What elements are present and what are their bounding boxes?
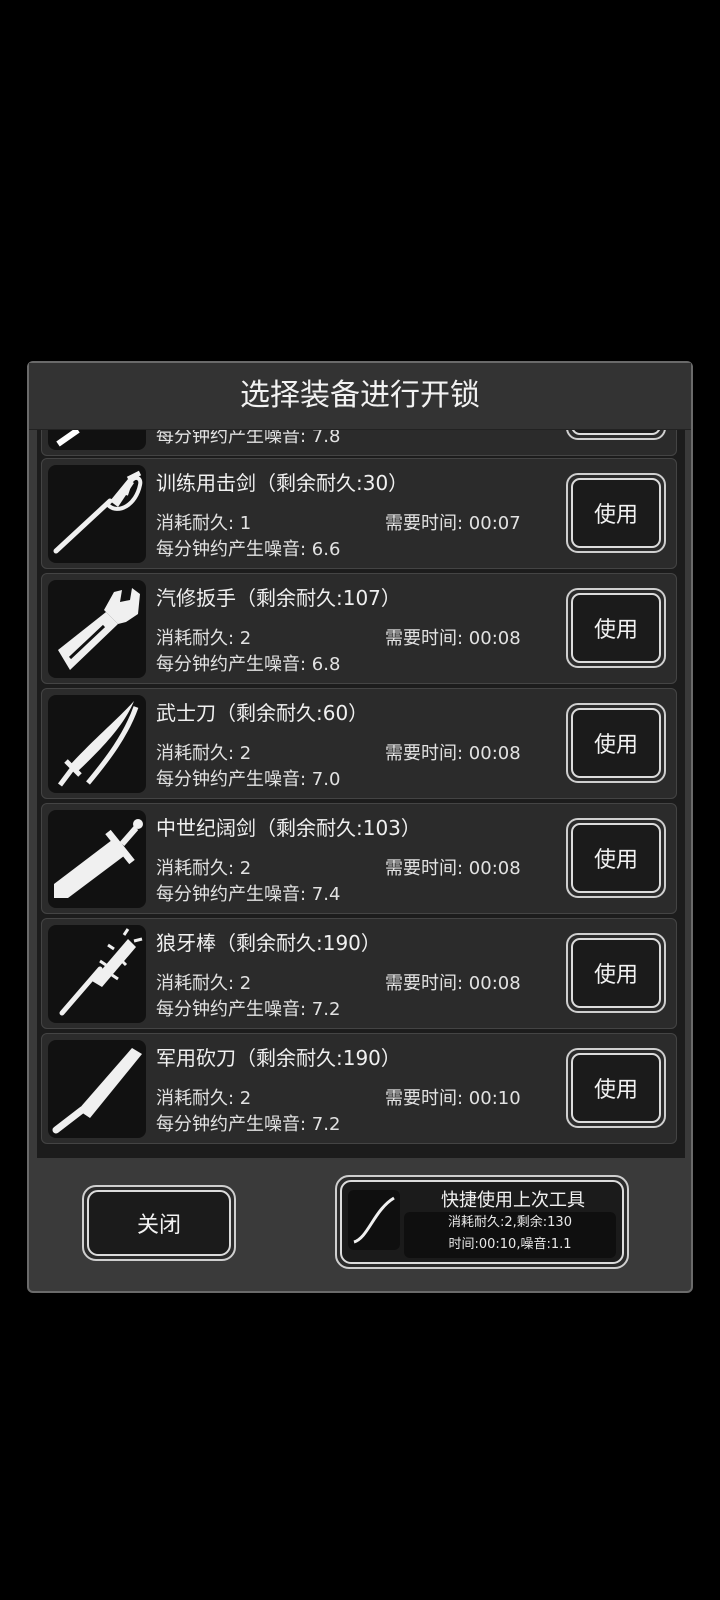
item-time: 需要时间: 00:08: [385, 743, 521, 764]
use-button[interactable]: 使用: [566, 703, 666, 783]
item-time: 需要时间: 00:08: [385, 858, 521, 879]
use-button[interactable]: 使用: [566, 933, 666, 1013]
quick-use-line2: 时间:00:10,噪音:1.1: [448, 1237, 572, 1252]
item-noise: 每分钟约产生噪音: 7.0: [156, 769, 341, 790]
katana-icon: [48, 695, 146, 793]
item-cost: 消耗耐久: 2: [156, 973, 252, 994]
quick-use-line1: 消耗耐久:2,剩余:130: [448, 1215, 572, 1230]
quick-use-info: 消耗耐久:2,剩余:130 时间:00:10,噪音:1.1: [404, 1212, 616, 1258]
use-button[interactable]: 使用: [566, 473, 666, 553]
item-cost: 消耗耐久: 1: [156, 513, 252, 534]
training-sword-icon: [48, 465, 146, 563]
item-name: 中世纪阔剑（剩余耐久:103）: [156, 816, 421, 840]
curve-tool-icon: [348, 1190, 400, 1250]
item-noise: 每分钟约产生噪音: 7.2: [156, 1114, 341, 1135]
item-cost: 消耗耐久: 2: [156, 1088, 252, 1109]
quick-use-last-tool-button[interactable]: 快捷使用上次工具 消耗耐久:2,剩余:130 时间:00:10,噪音:1.1: [335, 1175, 629, 1269]
use-button[interactable]: 使用: [566, 1048, 666, 1128]
wrench-icon: [48, 580, 146, 678]
spiked-club-icon: [48, 925, 146, 1023]
list-item: 每分钟约产生噪音: 7.8: [41, 428, 677, 456]
close-button[interactable]: 关闭: [82, 1185, 236, 1261]
item-noise: 每分钟约产生噪音: 6.6: [156, 539, 341, 560]
item-name: 狼牙棒（剩余耐久:190）: [156, 931, 381, 955]
item-time: 需要时间: 00:08: [385, 628, 521, 649]
item-time: 需要时间: 00:07: [385, 513, 521, 534]
dialog-footer: 关闭 快捷使用上次工具 消耗耐久:2,剩余:130 时间:00:10,噪音:1.…: [29, 1159, 691, 1289]
item-time: 需要时间: 00:08: [385, 973, 521, 994]
list-item: 武士刀（剩余耐久:60） 消耗耐久: 2 需要时间: 00:08 每分钟约产生噪…: [41, 688, 677, 799]
item-noise: 每分钟约产生噪音: 7.2: [156, 999, 341, 1020]
item-cost: 消耗耐久: 2: [156, 628, 252, 649]
item-noise: 每分钟约产生噪音: 7.8: [156, 428, 341, 447]
list-item: 汽修扳手（剩余耐久:107） 消耗耐久: 2 需要时间: 00:08 每分钟约产…: [41, 573, 677, 684]
equipment-list[interactable]: 每分钟约产生噪音: 7.8 训练用击剑（剩余耐久:30） 消耗耐久: 1 需要时…: [37, 428, 685, 1158]
broadsword-icon: [48, 810, 146, 908]
item-name: 军用砍刀（剩余耐久:190）: [156, 1046, 401, 1070]
item-time: 需要时间: 00:10: [385, 1088, 521, 1109]
use-button[interactable]: 使用: [566, 588, 666, 668]
list-item: 训练用击剑（剩余耐久:30） 消耗耐久: 1 需要时间: 00:07 每分钟约产…: [41, 458, 677, 569]
item-cost: 消耗耐久: 2: [156, 858, 252, 879]
use-button[interactable]: 使用: [566, 818, 666, 898]
item-thumbnail: [48, 428, 146, 450]
list-item: 中世纪阔剑（剩余耐久:103） 消耗耐久: 2 需要时间: 00:08 每分钟约…: [41, 803, 677, 914]
dialog-title: 选择装备进行开锁: [29, 363, 691, 430]
item-noise: 每分钟约产生噪音: 6.8: [156, 654, 341, 675]
list-item: 军用砍刀（剩余耐久:190） 消耗耐久: 2 需要时间: 00:10 每分钟约产…: [41, 1033, 677, 1144]
item-name: 训练用击剑（剩余耐久:30）: [156, 471, 409, 495]
unlock-dialog: 选择装备进行开锁 每分钟约产生噪音: 7.8 训练用击剑（剩余耐久:30） 消耗…: [27, 361, 693, 1293]
item-name: 武士刀（剩余耐久:60）: [156, 701, 369, 725]
quick-use-title: 快捷使用上次工具: [441, 1190, 585, 1211]
item-noise: 每分钟约产生噪音: 7.4: [156, 884, 341, 905]
item-name: 汽修扳手（剩余耐久:107）: [156, 586, 401, 610]
item-cost: 消耗耐久: 2: [156, 743, 252, 764]
machete-icon: [48, 1040, 146, 1138]
list-item: 狼牙棒（剩余耐久:190） 消耗耐久: 2 需要时间: 00:08 每分钟约产生…: [41, 918, 677, 1029]
